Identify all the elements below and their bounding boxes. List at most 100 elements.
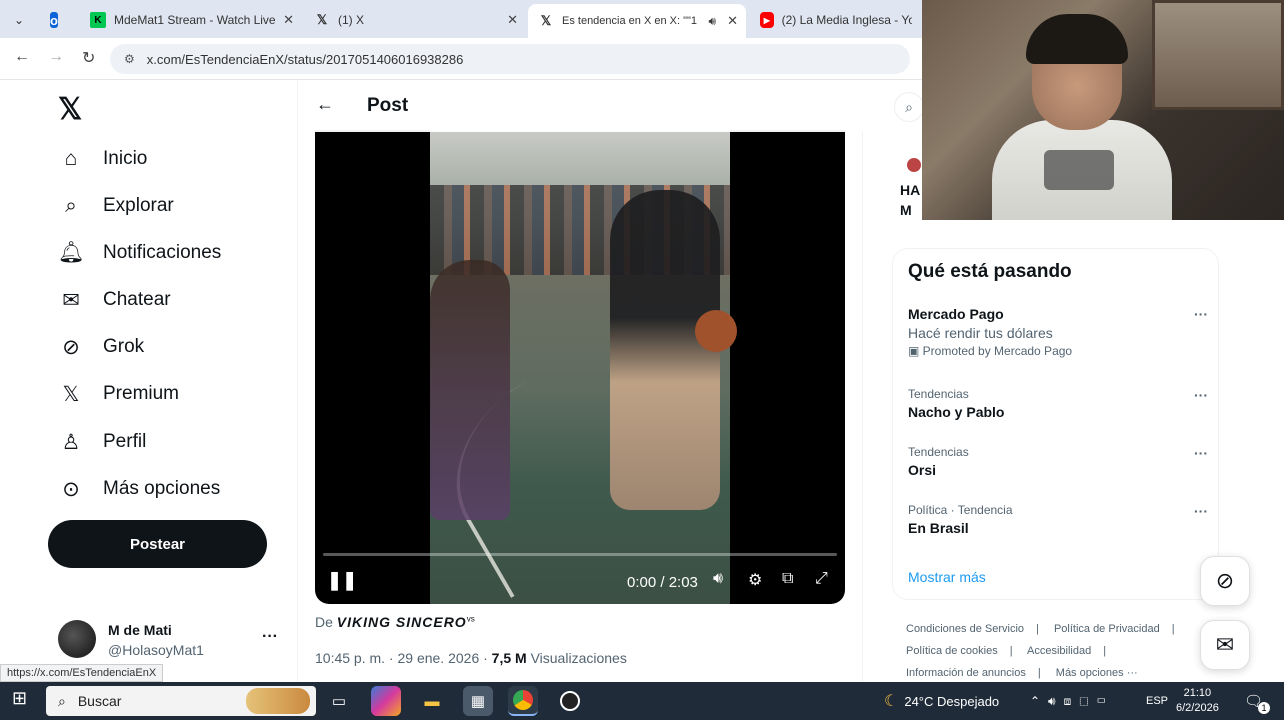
- sidebar-item-perfil[interactable]: ♙ Perfil: [58, 429, 147, 455]
- close-icon[interactable]: ✕: [507, 12, 518, 28]
- grok-icon[interactable]: ⊘: [1200, 556, 1250, 606]
- notification-icon[interactable]: 🗨︎: [1244, 682, 1263, 720]
- clock-time: 21:10: [1183, 687, 1212, 699]
- more-horizontal-icon[interactable]: ···: [1194, 387, 1208, 403]
- trends-card: Qué está pasando Mercado Pago Hacé rendi…: [892, 248, 1219, 600]
- language-indicator[interactable]: ESP: [1146, 682, 1168, 720]
- avatar: [58, 620, 96, 658]
- bell-icon: 🔔︎: [57, 241, 85, 264]
- sidebar-item-premium[interactable]: 𝕏 Premium: [58, 381, 179, 407]
- video-progress-bar[interactable]: [323, 553, 837, 556]
- url-input[interactable]: ⚙ x.com/EsTendenciaEnX/status/2017051406…: [110, 44, 910, 74]
- x-logo-icon[interactable]: 𝕏: [58, 92, 82, 127]
- search-icon: ⌕: [58, 692, 66, 709]
- outlook-icon: o: [50, 12, 58, 28]
- close-icon[interactable]: ✕: [283, 12, 294, 28]
- footer-link[interactable]: Política de cookies: [906, 645, 998, 657]
- tab-outlook[interactable]: o: [40, 6, 76, 34]
- sidebar-item-grok[interactable]: ⊘ Grok: [58, 334, 144, 360]
- obs-icon[interactable]: [555, 686, 585, 716]
- mail-icon: ✉: [62, 288, 80, 312]
- post-header: ← Post: [299, 80, 863, 132]
- trends-title: Qué está pasando: [908, 261, 1072, 282]
- close-icon[interactable]: ✕: [727, 13, 738, 29]
- video-player-left: [430, 260, 510, 520]
- footer-link[interactable]: Información de anuncios: [906, 667, 1026, 679]
- weather-widget[interactable]: ☾ 24°C Despejado: [884, 682, 999, 720]
- home-icon: ⌂: [64, 147, 78, 170]
- byline-source-link[interactable]: VIKING SINCERO: [337, 614, 467, 630]
- tab-title: MdeMat1 Stream - Watch Live: [114, 13, 276, 27]
- profile-handle: @HolasoyMat1: [108, 642, 204, 658]
- copilot-icon[interactable]: [371, 686, 401, 716]
- taskbar-search[interactable]: ⌕ Buscar: [46, 686, 316, 716]
- file-explorer-icon[interactable]: ▬: [417, 686, 447, 716]
- trend-item[interactable]: Mercado Pago Hacé rendir tus dólares ▣ P…: [908, 306, 1208, 358]
- link-status-bubble: https://x.com/EsTendenciaEnX: [0, 664, 164, 682]
- profile-name: M de Mati: [108, 622, 172, 638]
- weather-text: 24°C Despejado: [904, 693, 1000, 709]
- back-arrow-icon[interactable]: ←: [14, 48, 30, 66]
- search-icon[interactable]: ⌕: [894, 92, 924, 122]
- more-horizontal-icon[interactable]: ···: [262, 628, 278, 646]
- footer-links: Condiciones de Servicio | Política de Pri…: [906, 618, 1206, 684]
- fullscreen-icon[interactable]: ⤢: [815, 570, 828, 588]
- sidebar-item-inicio[interactable]: ⌂ Inicio: [58, 146, 148, 172]
- mail-icon[interactable]: ✉: [1200, 620, 1250, 670]
- reload-icon[interactable]: ↻: [82, 48, 95, 68]
- chrome-icon[interactable]: [508, 686, 538, 716]
- trend-item[interactable]: Tendencias Nacho y Pablo ···: [908, 387, 1208, 420]
- left-sidebar: 𝕏 ⌂ Inicio ⌕ Explorar 🔔︎ Notificaciones …: [0, 80, 298, 682]
- footer-link[interactable]: Política de Privacidad: [1054, 623, 1160, 635]
- partial-text: HA: [900, 182, 921, 198]
- trend-subtitle: Hacé rendir tus dólares: [908, 325, 1053, 341]
- sidebar-item-mas-opciones[interactable]: ⊙ Más opciones: [58, 476, 220, 502]
- tab-mdemat1-stream[interactable]: K MdeMat1 Stream - Watch Live ✕: [80, 6, 302, 34]
- pause-icon[interactable]: ❚❚: [327, 570, 357, 591]
- site-info-icon[interactable]: ⚙: [124, 52, 135, 66]
- footer-separator: |: [1009, 645, 1013, 657]
- speaker-icon[interactable]: 🔊︎: [708, 14, 716, 29]
- footer-link[interactable]: Accesibilidad: [1027, 645, 1091, 657]
- tab-es-tendencia[interactable]: 𝕏 Es tendencia en X en X: ""1 🔊︎ ✕: [528, 4, 746, 38]
- partial-text: M: [900, 202, 912, 218]
- settings-icon[interactable]: ⚙: [748, 570, 762, 590]
- sidebar-item-notificaciones[interactable]: 🔔︎ Notificaciones: [57, 240, 222, 266]
- app-icon[interactable]: ▦: [463, 686, 493, 716]
- more-horizontal-icon[interactable]: ···: [1194, 445, 1208, 461]
- sidebar-item-explorar[interactable]: ⌕ Explorar: [58, 193, 174, 219]
- video-player-right: [610, 190, 720, 510]
- clock[interactable]: 21:10 6/2/2026: [1176, 686, 1219, 716]
- pip-icon[interactable]: ⧉: [782, 570, 793, 588]
- tab-youtube[interactable]: ▶ (2) La Media Inglesa - YouTu: [750, 6, 922, 34]
- trend-item[interactable]: Tendencias Orsi ···: [908, 445, 1208, 478]
- more-horizontal-icon[interactable]: ···: [1194, 503, 1208, 519]
- more-horizontal-icon[interactable]: ···: [1194, 306, 1208, 322]
- task-view-icon[interactable]: ▭: [324, 686, 354, 716]
- tab-list-button[interactable]: ⌄: [4, 6, 34, 34]
- video-player[interactable]: ❚❚ 0:00 / 2:03 🔊︎ ⚙ ⧉ ⤢: [315, 130, 845, 604]
- sidebar-item-chatear[interactable]: ✉ Chatear: [58, 287, 170, 313]
- system-tray-icons[interactable]: ⌃🔊︎⧈⬚▭: [1030, 682, 1114, 720]
- trend-item[interactable]: Política · Tendencia En Brasil ···: [908, 503, 1208, 536]
- windows-start-icon[interactable]: ⊞: [12, 688, 27, 709]
- trend-name: Nacho y Pablo: [908, 404, 1005, 420]
- footer-link[interactable]: Condiciones de Servicio: [906, 623, 1024, 635]
- moon-icon: ☾: [884, 693, 899, 710]
- footer-link[interactable]: Más opciones ···: [1056, 667, 1138, 679]
- search-highlight-image: [246, 688, 310, 714]
- x-icon: 𝕏: [62, 382, 80, 406]
- url-text: x.com/EsTendenciaEnX/status/201705140601…: [146, 51, 464, 67]
- post-timestamp[interactable]: 10:45 p. m. · 29 ene. 2026 ·: [315, 650, 488, 666]
- volume-icon[interactable]: 🔊︎: [713, 570, 723, 588]
- forward-arrow-icon[interactable]: →: [48, 48, 64, 66]
- youtube-icon: ▶: [760, 12, 774, 28]
- show-more-link[interactable]: Mostrar más: [908, 569, 986, 585]
- search-icon: ⌕: [65, 194, 77, 217]
- tab-x-home[interactable]: 𝕏 (1) X ✕: [304, 6, 526, 34]
- account-switcher[interactable]: M de Mati @HolasoyMat1 ···: [58, 620, 288, 664]
- sidebar-item-label: Inicio: [103, 148, 148, 169]
- video-basketball: [695, 310, 737, 352]
- back-arrow-icon[interactable]: ←: [316, 94, 334, 115]
- post-button[interactable]: Postear: [48, 520, 267, 568]
